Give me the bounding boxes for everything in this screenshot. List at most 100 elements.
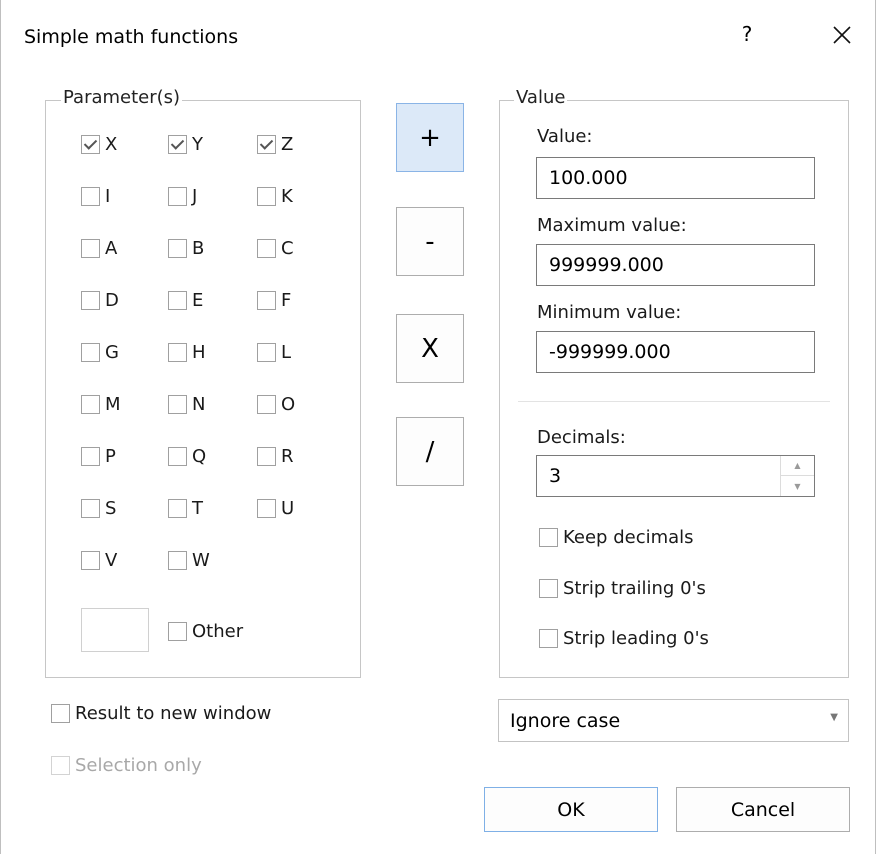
param-checkbox-box[interactable]	[257, 395, 276, 414]
decimals-label: Decimals:	[537, 427, 626, 448]
param-checkbox-label: J	[192, 186, 198, 207]
param-checkbox-z[interactable]: Z	[257, 134, 293, 155]
multiply-button[interactable]: X	[396, 314, 464, 383]
param-checkbox-box[interactable]	[257, 343, 276, 362]
param-checkbox-i[interactable]: I	[81, 186, 110, 207]
strip-leading-box[interactable]	[539, 629, 558, 648]
cancel-button[interactable]: Cancel	[676, 787, 850, 832]
param-checkbox-box[interactable]	[257, 187, 276, 206]
close-button[interactable]	[827, 18, 857, 50]
other-checkbox-label: Other	[192, 621, 244, 642]
param-checkbox-box[interactable]	[168, 135, 187, 154]
param-checkbox-label: F	[281, 290, 292, 311]
param-checkbox-r[interactable]: R	[257, 446, 294, 467]
param-checkbox-box[interactable]	[81, 499, 100, 518]
param-checkbox-o[interactable]: O	[257, 394, 295, 415]
param-checkbox-box[interactable]	[81, 395, 100, 414]
param-checkbox-m[interactable]: M	[81, 394, 121, 415]
param-checkbox-box[interactable]	[81, 447, 100, 466]
param-checkbox-label: K	[281, 186, 293, 207]
param-checkbox-y[interactable]: Y	[168, 134, 203, 155]
param-checkbox-label: P	[105, 446, 116, 467]
param-checkbox-j[interactable]: J	[168, 186, 197, 207]
subtract-button[interactable]: -	[396, 207, 464, 276]
min-value-input[interactable]: -999999.000	[536, 331, 815, 373]
divide-button[interactable]: /	[396, 417, 464, 486]
param-checkbox-p[interactable]: P	[81, 446, 116, 467]
ok-button[interactable]: OK	[484, 787, 658, 832]
result-new-window-checkbox[interactable]: Result to new window	[51, 703, 271, 724]
param-checkbox-box[interactable]	[257, 447, 276, 466]
param-checkbox-box[interactable]	[168, 343, 187, 362]
param-checkbox-e[interactable]: E	[168, 290, 203, 311]
strip-trailing-checkbox[interactable]: Strip trailing 0's	[539, 578, 706, 599]
param-checkbox-box[interactable]	[81, 291, 100, 310]
param-checkbox-label: A	[105, 238, 118, 259]
add-button[interactable]: +	[396, 103, 464, 172]
param-checkbox-u[interactable]: U	[257, 498, 294, 519]
strip-trailing-box[interactable]	[539, 579, 558, 598]
param-checkbox-box[interactable]	[257, 239, 276, 258]
param-checkbox-w[interactable]: W	[168, 550, 210, 571]
spin-down-icon[interactable]: ▼	[781, 476, 814, 496]
param-checkbox-label: E	[192, 290, 204, 311]
param-checkbox-l[interactable]: L	[257, 342, 291, 363]
param-checkbox-label: L	[281, 342, 292, 363]
decimals-value: 3	[549, 465, 562, 487]
param-checkbox-box[interactable]	[81, 135, 100, 154]
param-checkbox-v[interactable]: V	[81, 550, 117, 571]
dialog-title: Simple math functions	[24, 26, 239, 48]
param-checkbox-f[interactable]: F	[257, 290, 291, 311]
other-checkbox-box[interactable]	[168, 622, 187, 641]
param-checkbox-box[interactable]	[168, 187, 187, 206]
spin-up-icon[interactable]: ▲	[781, 456, 814, 476]
param-checkbox-box[interactable]	[168, 551, 187, 570]
keep-decimals-checkbox[interactable]: Keep decimals	[539, 527, 694, 548]
param-checkbox-box[interactable]	[81, 239, 100, 258]
param-checkbox-label: U	[281, 498, 295, 519]
param-checkbox-box[interactable]	[257, 291, 276, 310]
param-checkbox-box[interactable]	[257, 499, 276, 518]
param-checkbox-box[interactable]	[257, 135, 276, 154]
param-checkbox-label: S	[105, 498, 117, 519]
keep-decimals-box[interactable]	[539, 528, 558, 547]
param-checkbox-box[interactable]	[168, 499, 187, 518]
param-checkbox-b[interactable]: B	[168, 238, 204, 259]
value-input[interactable]: 100.000	[536, 157, 815, 199]
param-checkbox-k[interactable]: K	[257, 186, 293, 207]
param-checkbox-n[interactable]: N	[168, 394, 205, 415]
param-checkbox-box[interactable]	[81, 551, 100, 570]
param-checkbox-s[interactable]: S	[81, 498, 116, 519]
strip-leading-checkbox[interactable]: Strip leading 0's	[539, 628, 709, 649]
param-checkbox-box[interactable]	[81, 343, 100, 362]
param-checkbox-label: Z	[281, 134, 294, 155]
param-checkbox-a[interactable]: A	[81, 238, 117, 259]
help-button[interactable]: ?	[737, 22, 757, 50]
param-checkbox-label: N	[192, 394, 206, 415]
param-checkbox-x[interactable]: X	[81, 134, 117, 155]
param-checkbox-box[interactable]	[168, 291, 187, 310]
param-checkbox-label: C	[281, 238, 294, 259]
param-checkbox-t[interactable]: T	[168, 498, 203, 519]
selection-only-box	[51, 756, 70, 775]
min-value-label: Minimum value:	[537, 302, 682, 323]
param-checkbox-q[interactable]: Q	[168, 446, 206, 467]
max-value-input[interactable]: 999999.000	[536, 244, 815, 286]
result-new-window-box[interactable]	[51, 704, 70, 723]
param-checkbox-box[interactable]	[81, 187, 100, 206]
param-checkbox-box[interactable]	[168, 395, 187, 414]
param-checkbox-h[interactable]: H	[168, 342, 206, 363]
param-checkbox-box[interactable]	[168, 447, 187, 466]
param-checkbox-label: V	[105, 550, 118, 571]
case-select[interactable]: Ignore case ▼	[498, 699, 849, 742]
other-checkbox[interactable]: Other	[168, 621, 243, 642]
param-checkbox-d[interactable]: D	[81, 290, 119, 311]
param-checkbox-c[interactable]: C	[257, 238, 294, 259]
value-legend: Value	[514, 87, 568, 108]
param-checkbox-box[interactable]	[168, 239, 187, 258]
strip-leading-label: Strip leading 0's	[563, 628, 709, 649]
param-checkbox-label: B	[192, 238, 205, 259]
param-checkbox-g[interactable]: G	[81, 342, 119, 363]
other-parameter-field[interactable]	[81, 608, 149, 652]
decimals-spinner[interactable]: 3 ▲ ▼	[536, 455, 815, 497]
